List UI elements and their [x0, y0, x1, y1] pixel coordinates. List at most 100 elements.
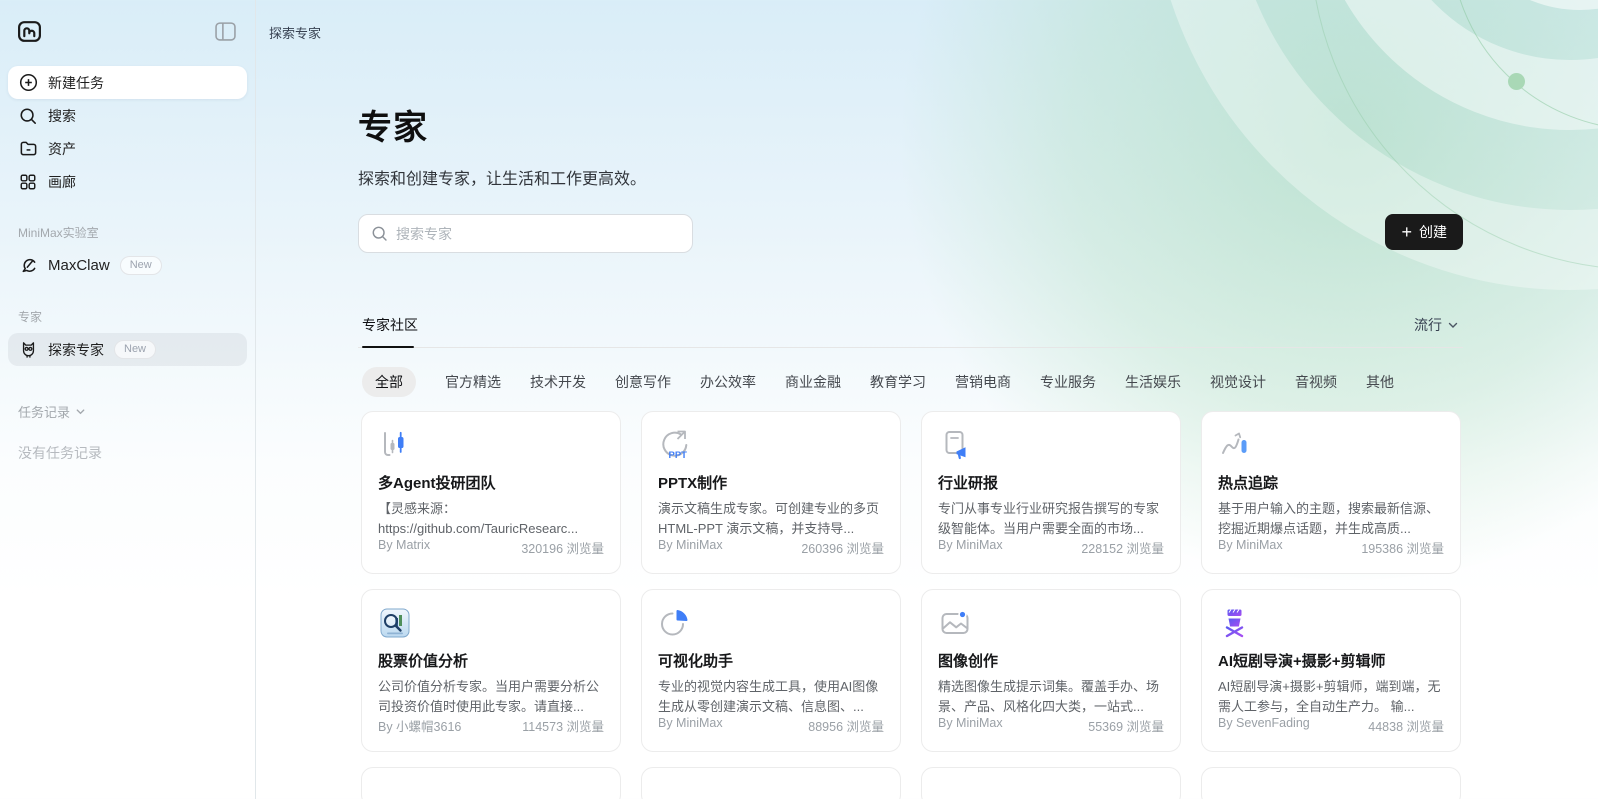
sidebar-item-gallery[interactable]: 画廊: [8, 165, 247, 198]
page-breadcrumb: 探索专家: [269, 23, 321, 42]
expert-card[interactable]: 多Agent投研团队 【灵感来源：https://github.com/Taur…: [361, 411, 621, 574]
expert-card[interactable]: 股票价值分析 公司价值分析专家。当用户需要分析公司投资价值时使用此专家。请直接.…: [361, 589, 621, 752]
sidebar-item-new-task[interactable]: 新建任务: [8, 66, 247, 99]
sidebar-item-explore-experts[interactable]: 探索专家 New: [8, 333, 247, 366]
main-panel: 探索专家 专家 探索和创建专家，让生活和工作更高效。 + 创建 专家社区 流行: [255, 0, 1598, 799]
category-lifestyle[interactable]: 生活娱乐: [1125, 372, 1181, 392]
expert-card-author: By MiniMax: [658, 716, 723, 735]
category-visual[interactable]: 视觉设计: [1210, 372, 1266, 392]
expert-search-input[interactable]: [396, 226, 680, 242]
expert-card-title: 多Agent投研团队: [378, 472, 604, 493]
ppt-chart-icon: PPT: [658, 428, 884, 462]
sidebar-item-assets[interactable]: 资产: [8, 132, 247, 165]
sidebar-item-label: 资产: [48, 139, 76, 159]
trend-line-icon: [1218, 428, 1444, 462]
task-history-toggle[interactable]: 任务记录: [0, 402, 255, 421]
expert-card-author: By MiniMax: [1218, 538, 1283, 557]
expert-card[interactable]: 行业研报 专门从事专业行业研究报告撰写的专家级智能体。当用户需要全面的市场...…: [921, 411, 1181, 574]
expert-card-desc: 专业的视觉内容生成工具，使用AI图像生成从零创建演示文稿、信息图、...: [658, 677, 884, 716]
expert-card-views: 114573 浏览量: [522, 716, 604, 735]
expert-card[interactable]: 热点追踪 基于用户输入的主题，搜索最新信源、挖掘近期爆点话题，并生成高质... …: [1201, 411, 1461, 574]
category-av[interactable]: 音视频: [1295, 372, 1337, 392]
expert-card-desc: 公司价值分析专家。当用户需要分析公司投资价值时使用此专家。请直接...: [378, 677, 604, 716]
pie-chart-icon: [658, 606, 884, 640]
category-finance[interactable]: 商业金融: [785, 372, 841, 392]
expert-card-desc: 精选图像生成提示词集。覆盖手办、场景、产品、风格化四大类，一站式...: [938, 677, 1164, 716]
expert-card-title: 图像创作: [938, 650, 1164, 671]
expert-card[interactable]: 可视化助手 专业的视觉内容生成工具，使用AI图像生成从零创建演示文稿、信息图、.…: [641, 589, 901, 752]
category-official[interactable]: 官方精选: [445, 372, 501, 392]
expert-card-partial[interactable]: [641, 767, 901, 799]
expert-card-desc: 专门从事专业行业研究报告撰写的专家级智能体。当用户需要全面的市场...: [938, 499, 1164, 538]
director-chair-icon: [1218, 606, 1444, 640]
expert-card-partial[interactable]: [921, 767, 1181, 799]
expert-card-views: 55369 浏览量: [1088, 716, 1164, 735]
new-badge: New: [120, 256, 162, 275]
category-all[interactable]: 全部: [362, 367, 416, 397]
expert-card-title: PPTX制作: [658, 472, 884, 493]
expert-card-views: 228152 浏览量: [1081, 538, 1164, 557]
expert-card-desc: 基于用户输入的主题，搜索最新信源、挖掘近期爆点话题，并生成高质...: [1218, 499, 1444, 538]
sidebar: 新建任务 搜索 资产 画廊 MiniMax实验室 MaxClaw: [0, 0, 255, 799]
expert-card-views: 195386 浏览量: [1361, 538, 1444, 557]
expert-card-title: 可视化助手: [658, 650, 884, 671]
expert-card-views: 260396 浏览量: [801, 538, 884, 557]
expert-card-title: 股票价值分析: [378, 650, 604, 671]
folder-icon: [18, 139, 38, 159]
expert-card-grid: 多Agent投研团队 【灵感来源：https://github.com/Taur…: [358, 411, 1463, 799]
expert-card[interactable]: 图像创作 精选图像生成提示词集。覆盖手办、场景、产品、风格化四大类，一站式...…: [921, 589, 1181, 752]
sidebar-item-maxclaw[interactable]: MaxClaw New: [8, 249, 247, 282]
category-education[interactable]: 教育学习: [870, 372, 926, 392]
sidebar-item-label: 新建任务: [48, 73, 104, 93]
category-writing[interactable]: 创意写作: [615, 372, 671, 392]
collapse-sidebar-icon[interactable]: [215, 21, 237, 41]
sidebar-item-label: MaxClaw: [48, 257, 110, 274]
plus-icon: +: [1401, 223, 1412, 241]
expert-card-title: AI短剧导演+摄影+剪辑师: [1218, 650, 1444, 671]
chevron-down-icon: [1447, 319, 1459, 331]
expert-card-author: By MiniMax: [938, 716, 1003, 735]
expert-search-box[interactable]: [358, 214, 693, 253]
no-task-history-text: 没有任务记录: [0, 443, 255, 463]
image-picture-icon: [938, 606, 1164, 640]
section-label-lab: MiniMax实验室: [0, 224, 255, 241]
category-other[interactable]: 其他: [1366, 372, 1394, 392]
expert-card-title: 行业研报: [938, 472, 1164, 493]
plus-circle-icon: [18, 73, 38, 93]
search-icon: [18, 106, 38, 126]
sidebar-item-search[interactable]: 搜索: [8, 99, 247, 132]
expert-card-author: By MiniMax: [938, 538, 1003, 557]
expert-card-views: 88956 浏览量: [808, 716, 884, 735]
expert-card-views: 320196 浏览量: [521, 538, 604, 557]
page-subtitle: 探索和创建专家，让生活和工作更高效。: [358, 165, 1463, 189]
create-expert-button[interactable]: + 创建: [1385, 214, 1463, 250]
expert-card-desc: AI短剧导演+摄影+剪辑师，端到端，无需人工参与，全自动生产力。 输...: [1218, 677, 1444, 716]
sidebar-item-label: 画廊: [48, 172, 76, 192]
category-filter-row: 全部 官方精选 技术开发 创意写作 办公效率 商业金融 教育学习 营销电商 专业…: [358, 367, 1463, 397]
expert-card-partial[interactable]: [1201, 767, 1461, 799]
report-megaphone-icon: [938, 428, 1164, 462]
expert-card-author: By MiniMax: [658, 538, 723, 557]
expert-card-desc: 【灵感来源：https://github.com/TauricResearc..…: [378, 499, 604, 538]
category-professional[interactable]: 专业服务: [1040, 372, 1096, 392]
expert-card[interactable]: AI短剧导演+摄影+剪辑师 AI短剧导演+摄影+剪辑师，端到端，无需人工参与，全…: [1201, 589, 1461, 752]
search-icon: [371, 225, 388, 242]
section-label-experts: 专家: [0, 308, 255, 325]
expert-card-author: By 小螺帽3616: [378, 716, 461, 735]
page-title: 专家: [358, 100, 1463, 149]
expert-card[interactable]: PPT PPTX制作 演示文稿生成专家。可创建专业的多页 HTML-PPT 演示…: [641, 411, 901, 574]
owl-icon: [18, 340, 38, 360]
expert-card-author: By Matrix: [378, 538, 430, 557]
expert-card-author: By SevenFading: [1218, 716, 1310, 735]
sidebar-item-label: 搜索: [48, 106, 76, 126]
tab-expert-community[interactable]: 专家社区: [362, 315, 418, 347]
category-office[interactable]: 办公效率: [700, 372, 756, 392]
expert-card-partial[interactable]: [361, 767, 621, 799]
grid-icon: [18, 172, 38, 192]
expert-card-desc: 演示文稿生成专家。可创建专业的多页 HTML-PPT 演示文稿，并支持导...: [658, 499, 884, 538]
sort-dropdown[interactable]: 流行: [1414, 315, 1459, 347]
category-tech[interactable]: 技术开发: [530, 372, 586, 392]
sidebar-item-label: 探索专家: [48, 340, 104, 360]
category-marketing[interactable]: 营销电商: [955, 372, 1011, 392]
new-badge: New: [114, 340, 156, 359]
